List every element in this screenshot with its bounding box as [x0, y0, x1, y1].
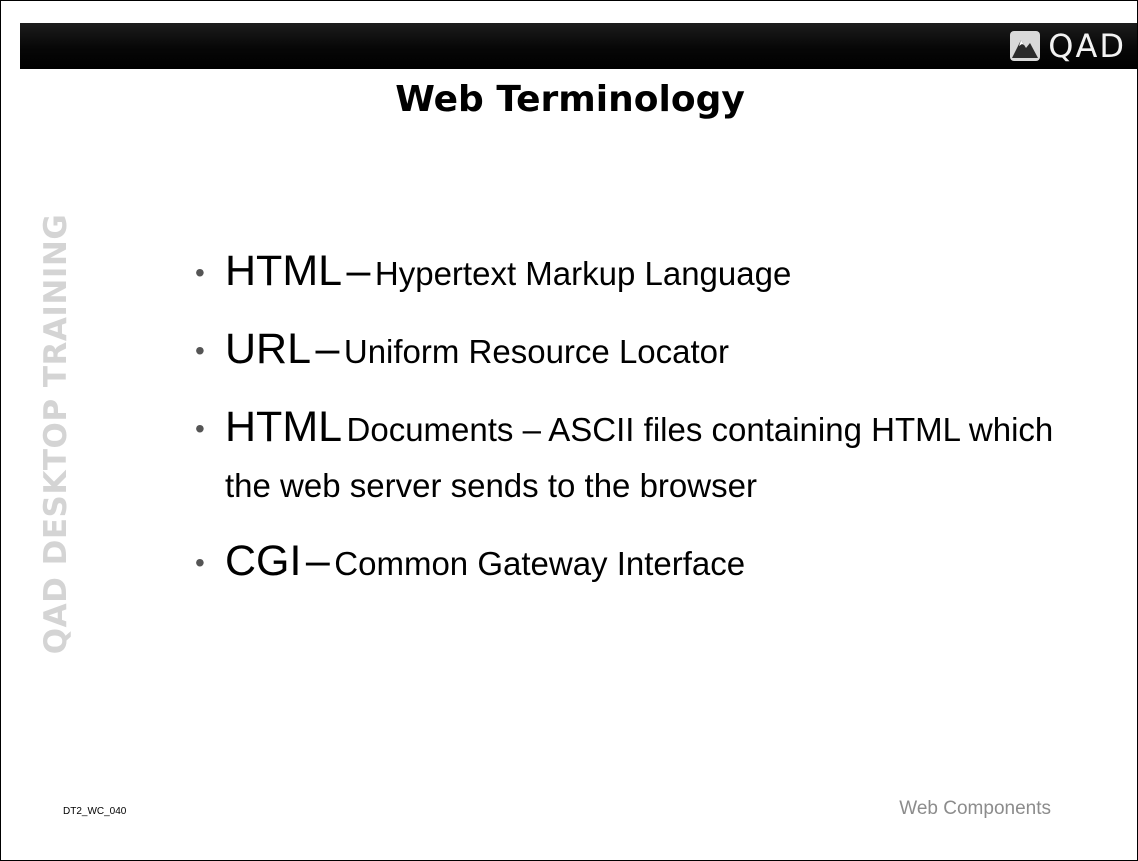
bullet-dash: – — [346, 247, 371, 295]
bullet-dot-icon: • — [195, 413, 205, 444]
bullet-description: Common Gateway Interface — [334, 545, 746, 582]
bullet-item: • HTML Documents – ASCII files containin… — [189, 403, 1069, 517]
bullet-item: • CGI – Common Gateway Interface — [189, 537, 1069, 595]
bullet-dot-icon: • — [195, 547, 205, 578]
bullet-dot-icon: • — [195, 335, 205, 366]
slide-code: DT2_WC_040 — [63, 806, 127, 817]
bullet-term: HTML — [225, 403, 343, 451]
bullet-term: HTML — [225, 247, 343, 295]
bullet-description: Hypertext Markup Language — [374, 255, 792, 292]
bullet-description: Documents – ASCII files containing HTML … — [225, 411, 1054, 504]
bullet-item: • HTML – Hypertext Markup Language — [189, 247, 1069, 305]
qad-logo: QAD — [1010, 27, 1126, 65]
bullet-term: CGI — [225, 537, 302, 585]
header-bar: QAD — [20, 23, 1137, 69]
slide: QAD Web Terminology QAD DESKTOP TRAINING… — [0, 0, 1138, 861]
footer-topic: Web Components — [899, 798, 1051, 819]
bullet-term: URL — [225, 325, 312, 373]
bullet-description: Uniform Resource Locator — [343, 333, 730, 370]
bullet-item: • URL – Uniform Resource Locator — [189, 325, 1069, 383]
bullet-list: • HTML – Hypertext Markup Language • URL… — [189, 247, 1069, 615]
bullet-dot-icon: • — [195, 257, 205, 288]
qad-mountain-logo-icon — [1010, 31, 1041, 61]
bullet-dash: – — [305, 537, 330, 585]
side-label: QAD DESKTOP TRAINING — [38, 213, 74, 655]
logo-text: QAD — [1048, 27, 1126, 65]
bullet-dash: – — [315, 325, 340, 373]
slide-title: Web Terminology — [395, 79, 745, 120]
